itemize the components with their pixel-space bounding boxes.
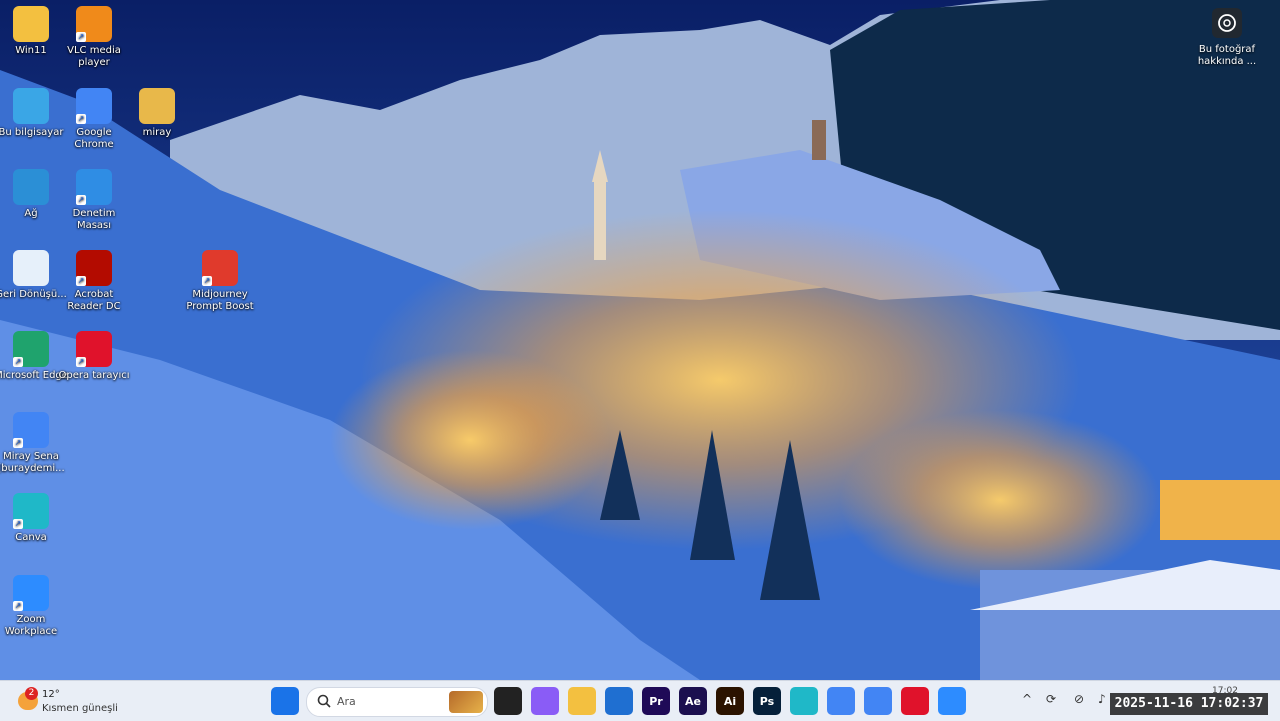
shortcut-arrow-icon: ↗	[76, 357, 86, 367]
edge-icon: ↗	[13, 331, 49, 367]
taskbar-chrome-profile-button[interactable]	[827, 687, 855, 715]
desktop-icon[interactable]: ↗ Canva	[0, 493, 68, 544]
desktop-icon-label: Denetim Masası	[72, 208, 116, 231]
vlc-icon: ↗	[76, 6, 112, 42]
shortcut-arrow-icon: ↗	[13, 519, 23, 529]
desktop-icon[interactable]: ↗ Denetim Masası	[57, 169, 131, 232]
shortcut-arrow-icon: ↗	[76, 276, 86, 286]
control-panel-icon: ↗	[76, 169, 112, 205]
microphone-icon[interactable]: ♪	[1098, 692, 1106, 706]
taskbar-illustrator-icon: Ai	[723, 694, 737, 708]
timestamp-overlay: 2025-11-16 17:02:37	[1110, 693, 1268, 715]
search-box[interactable]: Ara	[306, 687, 488, 717]
desktop-icon-label: Acrobat Reader DC	[67, 289, 121, 312]
taskbar-chrome-button[interactable]	[864, 687, 892, 715]
desktop-icon-label: Opera tarayıcı	[58, 370, 130, 381]
shortcut-arrow-icon: ↗	[13, 438, 23, 448]
desktop-icon-label: Midjourney Prompt Boost	[186, 289, 254, 312]
pdf-icon: ↗	[202, 250, 238, 286]
desktop-icon-label: Google Chrome	[74, 127, 114, 150]
taskbar-opera-button[interactable]	[901, 687, 929, 715]
shortcut-arrow-icon: ↗	[76, 32, 86, 42]
taskbar-photoshop-icon: Ps	[759, 694, 775, 708]
taskbar: 2 12° Kısmen güneşli Ara Pr Ae Ai Ps ^ ⟳ ⊘ …	[0, 680, 1280, 721]
taskbar-store-button[interactable]	[605, 687, 633, 715]
chevron-up-icon[interactable]: ^	[1022, 692, 1032, 706]
desktop-icon[interactable]: ↗ Zoom Workplace	[0, 575, 68, 638]
taskbar-start-button[interactable]	[271, 687, 299, 715]
desktop-icon-label: Ağ	[24, 208, 38, 219]
folder-icon	[139, 88, 175, 124]
taskbar-after-effects-icon: Ae	[685, 694, 701, 708]
desktop-icon-label: Bu bilgisayar	[0, 127, 64, 138]
sync-icon[interactable]: ⟳	[1046, 692, 1056, 706]
zoom-icon: ↗	[13, 575, 49, 611]
taskbar-photoshop-button[interactable]: Ps	[753, 687, 781, 715]
taskbar-file-explorer-button[interactable]	[568, 687, 596, 715]
shortcut-arrow-icon: ↗	[13, 357, 23, 367]
chrome-icon: ↗	[76, 88, 112, 124]
folder-user-icon	[13, 6, 49, 42]
taskbar-task-view-button[interactable]	[494, 687, 522, 715]
desktop-icon-label: miray	[142, 127, 172, 138]
network-icon	[13, 169, 49, 205]
network-off-icon[interactable]: ⊘	[1074, 692, 1084, 706]
desktop-icon-label: VLC media player	[67, 45, 121, 68]
shortcut-arrow-icon: ↗	[202, 276, 212, 286]
taskbar-zoom-button[interactable]	[938, 687, 966, 715]
search-highlight-thumbnail[interactable]	[449, 691, 483, 713]
desktop-icon[interactable]: ↗ Acrobat Reader DC	[57, 250, 131, 313]
taskbar-copilot-button[interactable]	[531, 687, 559, 715]
desktop-icon[interactable]: miray	[120, 88, 194, 139]
monitor-icon	[13, 88, 49, 124]
notification-badge: 2	[25, 687, 38, 700]
desktop-icon-label: Win11	[15, 45, 47, 56]
desktop-wallpaper: Win11 ↗ VLC media player Bu bilgisayar ↗ Goog…	[0, 0, 1280, 680]
opera-icon: ↗	[76, 331, 112, 367]
photo-info-widget[interactable]: Bu fotoğraf hakkında ...	[1188, 8, 1266, 68]
shortcut-arrow-icon: ↗	[76, 114, 86, 124]
taskbar-premiere-button[interactable]: Pr	[642, 687, 670, 715]
desktop-icon-label: Canva	[15, 532, 47, 543]
chrome-profile-icon: ↗	[13, 412, 49, 448]
desktop-icon-label: Miray Sena (buraydemi...	[0, 451, 65, 474]
taskbar-after-effects-button[interactable]: Ae	[679, 687, 707, 715]
camera-icon	[1212, 8, 1242, 38]
recycle-bin-icon	[13, 250, 49, 286]
canva-icon: ↗	[13, 493, 49, 529]
weather-widget[interactable]: 2 12° Kısmen güneşli	[16, 685, 136, 717]
taskbar-canva-button[interactable]	[790, 687, 818, 715]
photo-info-label: Bu fotoğraf hakkında ...	[1197, 44, 1257, 67]
weather-temp: 12°	[42, 689, 60, 700]
weather-condition: Kısmen güneşli	[42, 703, 118, 714]
desktop-icon[interactable]: ↗ Opera tarayıcı	[57, 331, 131, 382]
desktop-icon[interactable]: ↗ Midjourney Prompt Boost	[183, 250, 257, 313]
taskbar-illustrator-button[interactable]: Ai	[716, 687, 744, 715]
desktop-icon-label: Zoom Workplace	[4, 614, 58, 637]
shortcut-arrow-icon: ↗	[76, 195, 86, 205]
shortcut-arrow-icon: ↗	[13, 601, 23, 611]
taskbar-premiere-icon: Pr	[649, 694, 663, 708]
acrobat-icon: ↗	[76, 250, 112, 286]
desktop-icon[interactable]: ↗ VLC media player	[57, 6, 131, 69]
search-placeholder: Ara	[337, 695, 356, 708]
search-icon	[317, 694, 331, 708]
desktop-icon[interactable]: ↗ Miray Sena (buraydemi...	[0, 412, 68, 475]
